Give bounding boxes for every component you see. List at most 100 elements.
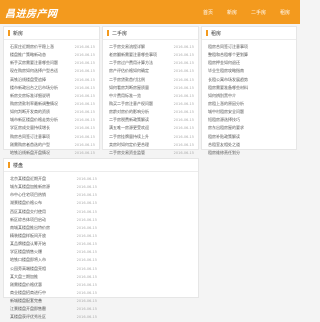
list-item-title[interactable]: 购房合同签订注意事项 [10, 134, 72, 140]
list-item[interactable]: 整租和合租哪个更划算 [208, 51, 292, 59]
list-item-title[interactable]: 城市新区楼盘价格走势分析 [10, 117, 72, 123]
list-item[interactable]: 新区综合体项目启动 2016-06-15 [10, 216, 97, 224]
list-item[interactable]: 老房翻新需要注意哪些事项 2016-06-15 [109, 51, 194, 59]
list-item-title[interactable]: 购房贷款利率最新调整情况 [10, 101, 72, 107]
list-item[interactable]: 城东某楼盘加推新房源 2016-06-15 [10, 183, 97, 191]
list-item[interactable]: 西区某楼盘交付使用 2016-06-15 [10, 208, 97, 216]
list-item[interactable]: 二手房交易流程详解 2016-06-15 [109, 43, 194, 51]
list-item-title[interactable]: 老房翻新需要注意哪些事项 [109, 52, 171, 58]
list-item-title[interactable]: 学区房成交量持续增长 [10, 125, 72, 131]
list-item[interactable]: 房租上涨的原因分析 [208, 100, 292, 108]
list-item[interactable]: 房龄对房价的影响分析 2016-06-15 [109, 108, 194, 116]
list-item[interactable]: 二手房贷款首付比例 2016-06-15 [109, 76, 194, 84]
panel-title[interactable]: 新房 [13, 30, 23, 37]
list-item[interactable]: 高铁沿线楼盘受追捧 2016-06-15 [10, 76, 95, 84]
list-item-title[interactable]: 如何判断开发商的资质 [10, 109, 72, 115]
list-item-title[interactable]: 学区楼盘销售火爆 [10, 249, 74, 255]
panel-title[interactable]: 二手房 [112, 30, 127, 37]
panel-title[interactable]: 楼盘 [13, 162, 23, 169]
list-item[interactable]: 如何判断开发商的资质 2016-06-15 [10, 108, 95, 116]
list-item[interactable]: 学区房成交量持续增长 2016-06-15 [10, 124, 95, 132]
list-item-title[interactable]: 二手房交易流程详解 [109, 44, 171, 50]
list-item[interactable]: 租房补贴政策解读 [208, 133, 292, 141]
list-item-title[interactable]: 新区综合体项目启动 [10, 217, 74, 223]
list-item-title[interactable]: 租房维修责任划分 [208, 150, 292, 156]
list-item-title[interactable]: 楼市新政出台之后市场分析 [10, 85, 72, 91]
list-item[interactable]: 江景楼盘开盘即售罄 2016-06-15 [10, 305, 97, 313]
list-item-title[interactable]: 高铁沿线楼盘受追捧 [10, 77, 72, 83]
list-item[interactable]: 商业楼盘招商进行中 2016-06-15 [10, 289, 97, 297]
list-item[interactable]: 租房维修责任划分 [208, 149, 292, 157]
list-item-title[interactable]: 租房补贴政策解读 [208, 134, 292, 140]
list-item-title[interactable]: 市中心住宅项目热销 [10, 192, 74, 198]
list-item[interactable]: 市中心住宅项目热销 2016-06-15 [10, 191, 97, 199]
list-item-title[interactable]: 卖房时如何定价更合理 [109, 142, 171, 148]
list-item[interactable]: 公园旁高端楼盘亮相 2016-06-15 [10, 265, 97, 273]
nav-item-ershou[interactable]: 二手房 [251, 9, 266, 16]
list-item[interactable]: 如何看房判断房屋质量 2016-06-15 [109, 84, 194, 92]
list-item-title[interactable]: 地铁口楼盘即将入市 [10, 257, 74, 263]
list-item-title[interactable]: 现在购房如何选择户型合适 [10, 68, 72, 74]
list-item-title[interactable]: 二手房交易资金监管 [109, 150, 171, 156]
list-item[interactable]: 北京某楼盘近期开盘 2016-06-15 [10, 175, 97, 183]
list-item-title[interactable]: 整租和合租哪个更划算 [208, 52, 292, 58]
list-item[interactable]: 购房合同签订注意事项 2016-06-15 [10, 133, 95, 141]
list-item-title[interactable]: 如何看房判断房屋质量 [109, 85, 171, 91]
list-item[interactable]: 某楼盘获评优秀社区 2016-06-15 [10, 313, 97, 321]
list-item-title[interactable]: 湖景楼盘价格公布 [10, 200, 74, 206]
list-item-title[interactable]: 二手房税费新政策解读 [109, 117, 171, 123]
list-item[interactable]: 某品牌楼盘认筹开始 2016-06-15 [10, 240, 97, 248]
list-item-title[interactable]: 北京某楼盘近期开盘 [10, 176, 74, 182]
list-item-title[interactable]: 房龄对房价的影响分析 [109, 109, 171, 115]
list-item[interactable]: 地铁沿线新盘开盘情况 2016-06-15 [10, 149, 95, 157]
list-item[interactable]: 学区楼盘销售火爆 2016-06-15 [10, 248, 97, 256]
list-item[interactable]: 租房需要准备哪些材料 [208, 84, 292, 92]
list-item-title[interactable]: 房东出租房屋的要求 [208, 125, 292, 131]
list-item-title[interactable]: 公园旁高端楼盘亮相 [10, 266, 74, 272]
list-item-title[interactable]: 二手房过户费用计算方法 [109, 60, 171, 66]
site-logo[interactable]: 昌进房产网 [5, 5, 58, 20]
nav-item-zufang[interactable]: 租房 [280, 9, 290, 16]
nav-item-xinfang[interactable]: 新房 [227, 9, 237, 16]
list-item[interactable]: 中介费用标准一览 2016-06-15 [109, 92, 194, 100]
list-item-title[interactable]: 城东某楼盘加推新房源 [10, 184, 74, 190]
list-item[interactable]: 房东出租房屋的要求 [208, 124, 292, 132]
list-item[interactable]: 城中村租房安全问题 [208, 108, 292, 116]
list-item[interactable]: 楼盘推广策略新动态 2016-06-15 [10, 51, 95, 59]
list-item-title[interactable]: 合租室友相处之道 [208, 142, 292, 148]
list-item[interactable]: 城市新区楼盘价格走势分析 2016-06-15 [10, 116, 95, 124]
list-item[interactable]: 地铁口楼盘即将入市 2016-06-15 [10, 256, 97, 264]
list-item-title[interactable]: 新城楼盘配套完善 [10, 298, 74, 304]
list-item[interactable]: 毕业生租房攻略指南 [208, 67, 292, 75]
panel-title[interactable]: 租房 [211, 30, 221, 37]
list-item[interactable]: 房产评估价格如何确定 2016-06-15 [109, 67, 194, 75]
list-item-title[interactable]: 购买二手房注意产权问题 [109, 101, 171, 107]
list-item-title[interactable]: 短租房源选择技巧 [208, 117, 292, 123]
list-item[interactable]: 新房交房标准详细说明 2016-06-15 [10, 92, 95, 100]
list-item[interactable]: 二手房税费新政策解读 2016-06-15 [109, 116, 194, 124]
list-item[interactable]: 精装楼盘样板间开放 2016-06-15 [10, 232, 97, 240]
list-item[interactable]: 卖房时如何定价更合理 2016-06-15 [109, 141, 194, 149]
list-item-title[interactable]: 楼盘推广策略新动态 [10, 52, 72, 58]
list-item-title[interactable]: 租房需要准备哪些材料 [208, 85, 292, 91]
list-item[interactable]: 二手房挂牌量持续上升 2016-06-15 [109, 133, 194, 141]
list-item[interactable]: 二手房过户费用计算方法 2016-06-15 [109, 59, 194, 67]
list-item[interactable]: 新城楼盘配套完善 2016-06-15 [10, 297, 97, 305]
list-item[interactable]: 购买二手房注意产权问题 2016-06-15 [109, 100, 194, 108]
list-item-title[interactable]: 租房合同签订注意事项 [208, 44, 292, 50]
list-item-title[interactable]: 满五唯一房源更受欢迎 [109, 125, 171, 131]
list-item-title[interactable]: 刚需购房者首选的户型 [10, 142, 72, 148]
list-item[interactable]: 购房贷款利率最新调整情况 2016-06-15 [10, 100, 95, 108]
list-item[interactable]: 石家庄近期房价平稳上涨 2016-06-15 [10, 43, 95, 51]
list-item-title[interactable]: 新房交房标准详细说明 [10, 93, 72, 99]
list-item-title[interactable]: 中介费用标准一览 [109, 93, 171, 99]
list-item-title[interactable]: 某大盘三期加推 [10, 274, 74, 280]
list-item-title[interactable]: 地铁沿线新盘开盘情况 [10, 150, 72, 156]
nav-item-home[interactable]: 首页 [203, 9, 213, 16]
list-item-title[interactable]: 房租上涨的原因分析 [208, 101, 292, 107]
list-item-title[interactable]: 租房押金如何退还 [208, 60, 292, 66]
list-item[interactable]: 刚需购房者首选的户型 2016-06-15 [10, 141, 95, 149]
list-item[interactable]: 如何辨别黑中介 [208, 92, 292, 100]
list-item-title[interactable]: 精装楼盘样板间开放 [10, 233, 74, 239]
list-item-title[interactable]: 毕业生租房攻略指南 [208, 68, 292, 74]
